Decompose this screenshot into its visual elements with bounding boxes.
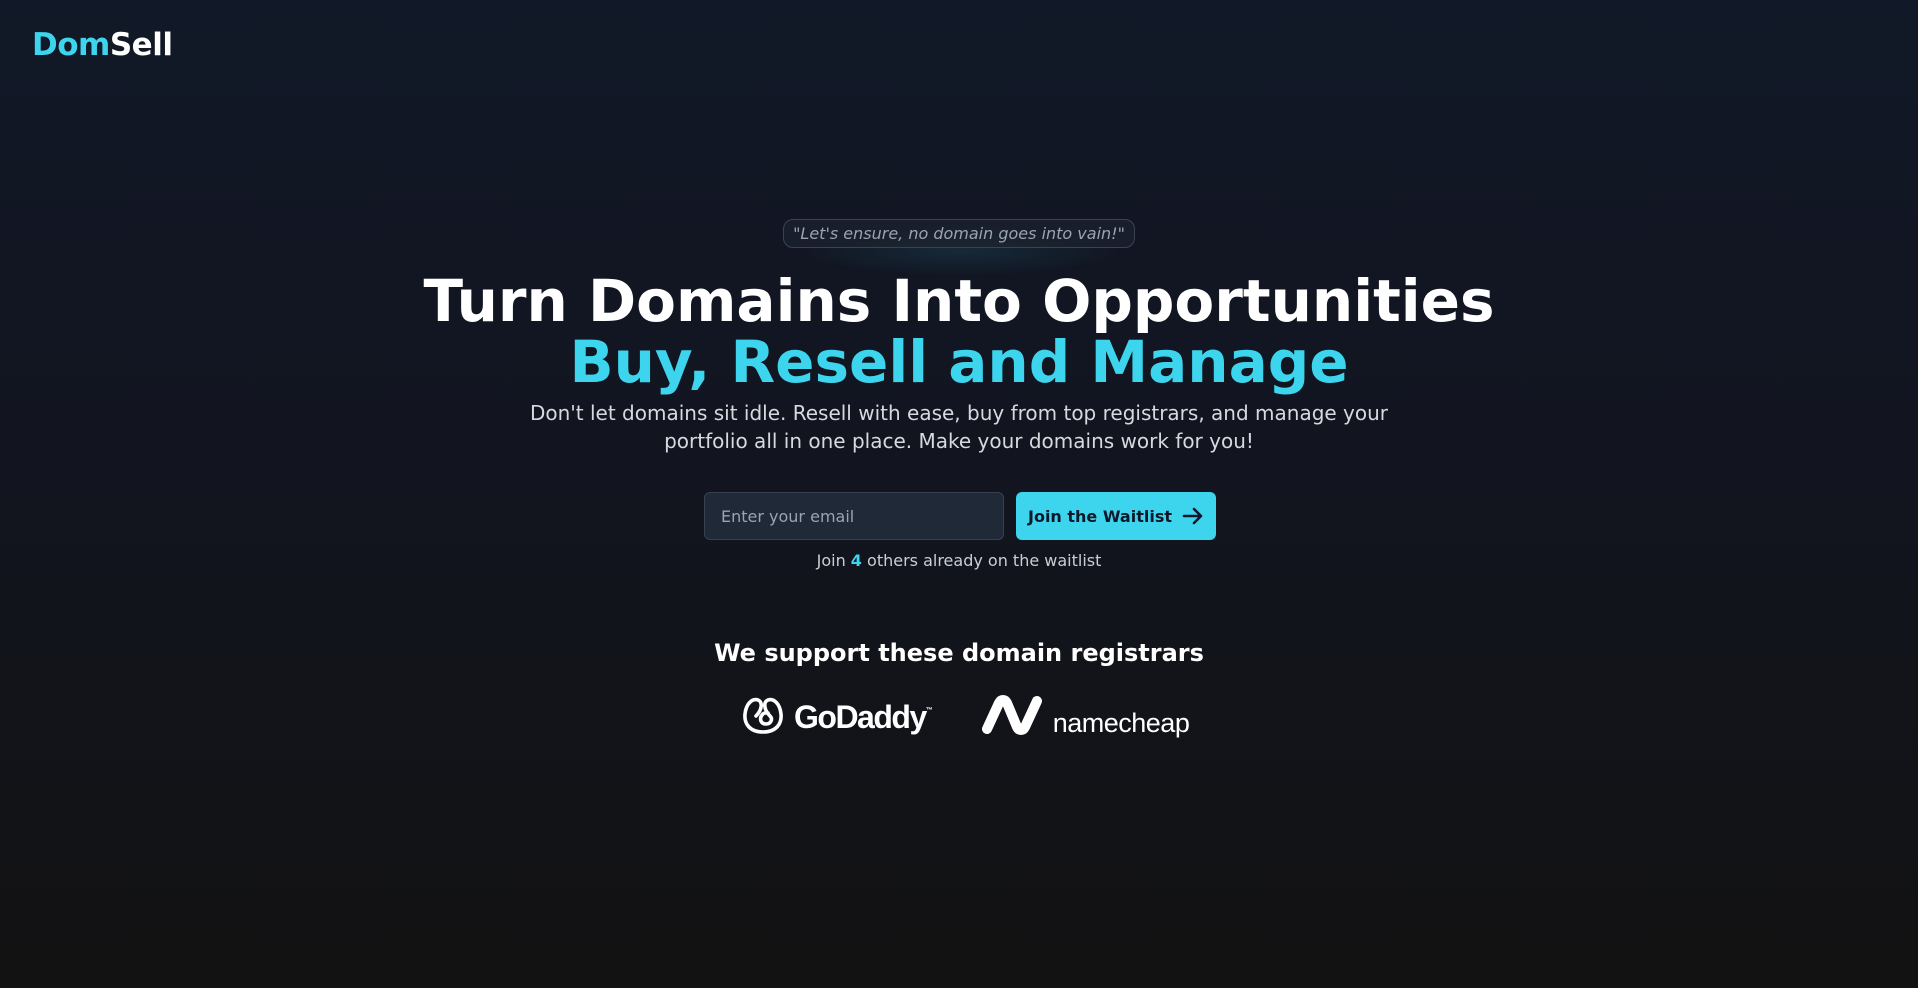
waitlist-count: Join 4 others already on the waitlist bbox=[0, 551, 1918, 571]
brand-logo-part1: Dom bbox=[32, 27, 110, 63]
registrar-godaddy: GoDaddy™ bbox=[740, 694, 933, 740]
waitlist-form: Join the Waitlist bbox=[704, 492, 1216, 542]
brand-logo[interactable]: DomSell bbox=[32, 26, 173, 64]
arrow-right-icon bbox=[1182, 506, 1204, 526]
hero-headline: Turn Domains Into Opportunities bbox=[423, 267, 1495, 335]
hero-subheadline: Buy, Resell and Manage bbox=[569, 328, 1349, 396]
registrars-title: We support these domain registrars bbox=[714, 639, 1204, 667]
waitlist-count-number: 4 bbox=[850, 551, 862, 570]
godaddy-logo-icon bbox=[740, 694, 786, 740]
join-waitlist-label: Join the Waitlist bbox=[1028, 506, 1172, 526]
join-waitlist-button[interactable]: Join the Waitlist bbox=[1016, 492, 1216, 540]
namecheap-logo-icon bbox=[979, 695, 1045, 739]
registrar-logos: GoDaddy™ namecheap bbox=[740, 694, 1190, 740]
waitlist-count-prefix: Join bbox=[816, 551, 846, 570]
brand-logo-part2: Sell bbox=[109, 27, 173, 63]
waitlist-count-suffix: others already on the waitlist bbox=[867, 551, 1102, 570]
hero-description: Don't let domains sit idle. Resell with … bbox=[529, 401, 1389, 453]
registrar-namecheap: namecheap bbox=[979, 695, 1190, 739]
tagline-quote: "Let's ensure, no domain goes into vain!… bbox=[783, 219, 1135, 248]
email-input[interactable] bbox=[704, 492, 1004, 540]
namecheap-wordmark: namecheap bbox=[1052, 707, 1190, 738]
godaddy-wordmark: GoDaddy™ bbox=[794, 698, 933, 735]
